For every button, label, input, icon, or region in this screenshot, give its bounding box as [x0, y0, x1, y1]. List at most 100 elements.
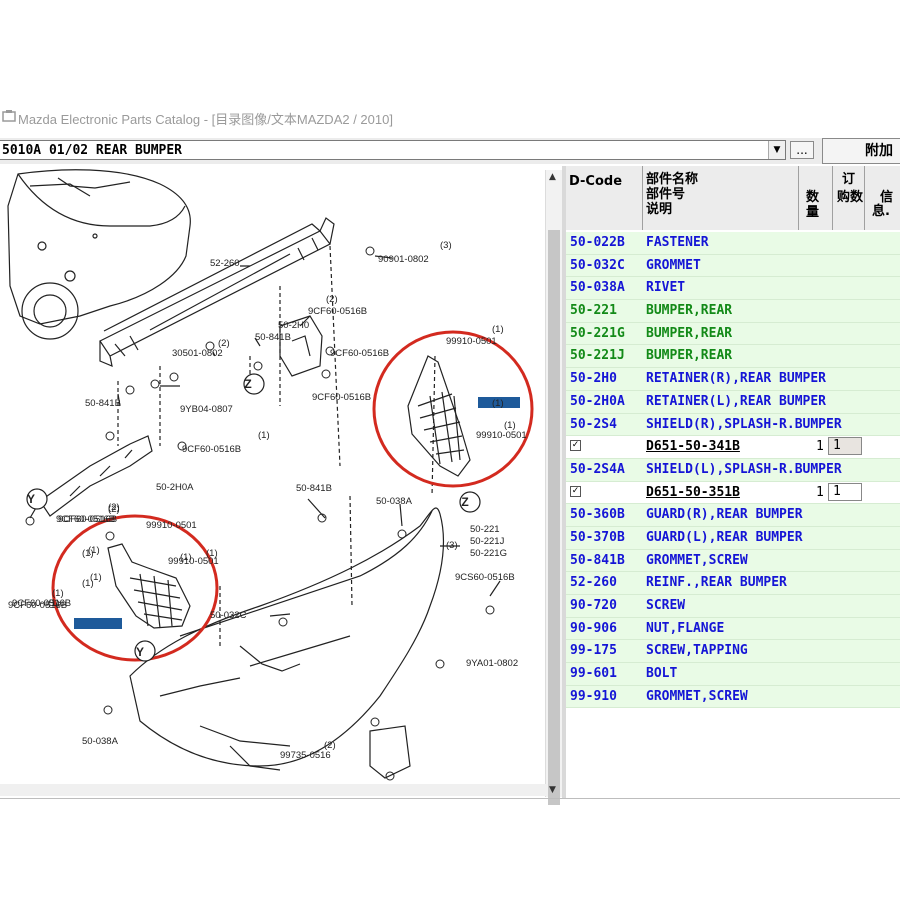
header-qty[interactable]: 数量	[806, 190, 826, 220]
table-row[interactable]: 99-175 SCREW,TAPPING	[566, 640, 900, 664]
part-number-row[interactable]: ✓ D651-50-341B 1 1	[566, 436, 900, 459]
diagram-callout-label[interactable]: 50-2H0A	[156, 482, 194, 493]
diagram-callout-label[interactable]: 90901-0802	[378, 254, 429, 265]
header-order-line1[interactable]: 订	[842, 172, 855, 187]
header-order-line2[interactable]: 购数	[837, 190, 863, 205]
diagram-callout-label[interactable]: Y	[27, 492, 35, 506]
header-name-line1[interactable]: 部件名称	[646, 172, 698, 187]
header-dcode[interactable]: D-Code	[569, 174, 622, 189]
diagram-callout-label[interactable]: (1)	[492, 324, 504, 335]
diagram-callout-label[interactable]: (2)	[218, 338, 230, 349]
table-row[interactable]: 50-360B GUARD(R),REAR BUMPER	[566, 504, 900, 527]
table-row[interactable]: 90-720 SCREW	[566, 595, 900, 618]
diagram-callout-label[interactable]: 50-841B	[255, 332, 291, 343]
diagram-callout-label[interactable]: 99910-0501	[446, 336, 497, 347]
diagram-callout-label[interactable]: 9CF60-0516B	[312, 392, 371, 403]
diagram-callout-label[interactable]: (2)	[108, 502, 120, 513]
row-part-name: SHIELD(L),SPLASH-R.BUMPER	[646, 461, 842, 477]
diagram-callout-label[interactable]: 50-841B	[85, 398, 121, 409]
table-row[interactable]: 50-221 BUMPER,REAR	[566, 300, 900, 323]
browse-button[interactable]: ...	[790, 141, 814, 159]
scroll-down-icon[interactable]: ▼	[549, 785, 556, 795]
window-titlebar: Mazda Electronic Parts Catalog - [目录图像/文…	[0, 104, 900, 130]
diagram-callout-label[interactable]: 52-260	[210, 258, 240, 269]
header-name-line3[interactable]: 说明	[646, 202, 672, 217]
diagram-callout-label[interactable]: (3)	[446, 540, 458, 551]
attach-button[interactable]: 附加	[822, 138, 900, 164]
part-number-row[interactable]: ✓ D651-50-351B 1 1	[566, 481, 900, 505]
diagram-callout-label[interactable]: 9CF60-0516B	[182, 444, 241, 455]
diagram-callout-label[interactable]: (1)	[504, 420, 516, 431]
diagram-callout-label[interactable]: 50-221G	[470, 548, 507, 559]
part-number-link[interactable]: D651-50-341B	[646, 439, 740, 454]
diagram-callout-label[interactable]: (1)	[52, 588, 64, 599]
diagram-callout-label[interactable]: 50-032C	[210, 610, 247, 621]
section-select[interactable]: 5010A 01/02 REAR BUMPER ▼	[0, 140, 786, 160]
diagram-callout-label[interactable]: Y	[136, 645, 144, 659]
table-row[interactable]: 50-370B GUARD(L),REAR BUMPER	[566, 526, 900, 550]
diagram-callout-label[interactable]: (1)	[258, 430, 270, 441]
diagram-callout-label[interactable]: 99910-0501	[476, 430, 527, 441]
scroll-thumb[interactable]	[548, 230, 560, 805]
diagram-callout-label[interactable]: 50-221J	[470, 536, 505, 547]
diagram-callout-label[interactable]: 9YA01-0802	[466, 658, 518, 669]
diagram-callout-label[interactable]: (1)	[206, 548, 218, 559]
diagram-callout-label[interactable]: Z	[461, 495, 468, 509]
table-row[interactable]: 50-032C GROMMET	[566, 254, 900, 278]
scroll-up-icon[interactable]: ▲	[549, 172, 556, 182]
row-dcode: 50-2H0	[570, 371, 617, 387]
diagram-callout-label[interactable]: (1)	[82, 578, 94, 589]
diagram-callout-label[interactable]: 30501-0802	[172, 348, 223, 359]
header-name-line2[interactable]: 部件号	[646, 187, 685, 202]
window-title: Mazda Electronic Parts Catalog - [目录图像/文…	[18, 112, 393, 127]
table-row[interactable]: 90-906 NUT,FLANGE	[566, 617, 900, 641]
header-info-line1[interactable]: 信	[880, 190, 893, 205]
table-row[interactable]: 50-2S4A SHIELD(L),SPLASH-R.BUMPER	[566, 458, 900, 482]
table-row[interactable]: 50-022B FASTENER	[566, 232, 900, 255]
table-row[interactable]: 50-2H0 RETAINER(R),REAR BUMPER	[566, 368, 900, 391]
header-info-line2[interactable]: 息.	[872, 204, 890, 219]
dropdown-arrow-icon[interactable]: ▼	[768, 141, 785, 159]
order-qty-input[interactable]: 1	[828, 482, 862, 501]
diagram-callout-label[interactable]: 9CF60-0516B	[308, 306, 367, 317]
diagram-callout-label[interactable]: 9CF60-0516B	[330, 348, 389, 359]
diagram-callout-label[interactable]: 99735-0516	[280, 750, 331, 761]
row-dcode: 50-841B	[570, 552, 625, 568]
diagram-callout-label[interactable]: (1)	[492, 398, 504, 409]
row-dcode: 50-038A	[570, 280, 625, 296]
diagram-callout-label[interactable]: 9CF60-0516B	[12, 598, 71, 609]
table-row[interactable]: 50-2S4 SHIELD(R),SPLASH-R.BUMPER	[566, 413, 900, 437]
row-part-name: GROMMET,SCREW	[646, 688, 748, 704]
diagram-callout-label[interactable]: 50-038A	[376, 496, 413, 507]
table-row[interactable]: 50-221J BUMPER,REAR	[566, 345, 900, 369]
table-row[interactable]: 99-910 GROMMET,SCREW	[566, 685, 900, 709]
diagram-callout-label[interactable]: 9CS60-0516B	[455, 572, 515, 583]
row-checkbox[interactable]: ✓	[570, 485, 581, 497]
diagram-vertical-scrollbar[interactable]: ▲ ▼	[545, 170, 563, 805]
table-row[interactable]: 50-038A RIVET	[566, 277, 900, 301]
parts-diagram[interactable]: 52-260 90901-0802 (3) 50-2H0 9CF60-0516B (2) 3…	[0, 166, 562, 798]
diagram-callout-label[interactable]: 50-841B	[296, 483, 332, 494]
order-qty-input[interactable]: 1	[828, 437, 862, 456]
row-dcode: 50-2H0A	[570, 393, 625, 409]
diagram-callout-label[interactable]: 9YB04-0807	[180, 404, 233, 415]
part-number-link[interactable]: D651-50-351B	[646, 485, 740, 500]
table-row[interactable]: 50-841B GROMMET,SCREW	[566, 549, 900, 573]
diagram-callout-label[interactable]: (2)	[326, 294, 338, 305]
diagram-callout-label[interactable]: (2)	[324, 740, 336, 751]
diagram-callout-label[interactable]: Z	[244, 377, 251, 391]
table-row[interactable]: 50-2H0A RETAINER(L),REAR BUMPER	[566, 390, 900, 414]
diagram-callout-label[interactable]: (1)	[82, 548, 94, 559]
row-qty: 1	[816, 484, 824, 500]
row-checkbox[interactable]: ✓	[570, 440, 581, 452]
diagram-callout-label[interactable]: 50-2H0	[278, 320, 309, 331]
diagram-callout-label[interactable]: (3)	[440, 240, 452, 251]
diagram-callout-label[interactable]: 50-038A	[82, 736, 119, 747]
diagram-callout-label[interactable]: 9CF60-0516B	[56, 514, 115, 525]
diagram-horizontal-scrollbar[interactable]	[0, 784, 548, 796]
table-row[interactable]: 50-221G BUMPER,REAR	[566, 322, 900, 346]
table-row[interactable]: 52-260 REINF.,REAR BUMPER	[566, 572, 900, 595]
diagram-callout-label[interactable]: 99910-0501	[146, 520, 197, 531]
diagram-callout-label[interactable]: 50-221	[470, 524, 500, 535]
table-row[interactable]: 99-601 BOLT	[566, 663, 900, 686]
